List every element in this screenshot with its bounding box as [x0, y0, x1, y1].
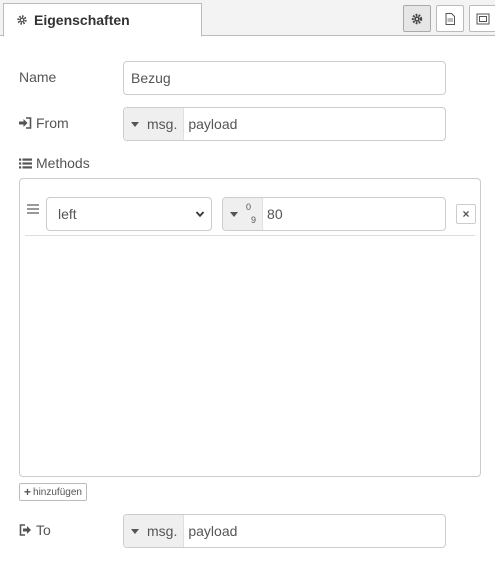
to-value: payload — [188, 523, 238, 539]
method-value: 80 — [267, 206, 283, 222]
tab-properties[interactable]: Eigenschaften — [3, 3, 202, 37]
sign-in-icon — [19, 117, 32, 129]
close-icon: × — [462, 207, 470, 221]
list-icon — [19, 158, 32, 168]
from-label: From — [19, 115, 69, 131]
sign-out-icon — [19, 524, 31, 536]
from-typed-input[interactable]: msg. payload — [123, 107, 446, 141]
from-type-prefix: msg. — [147, 116, 178, 132]
list-item: left 09 80 × — [25, 184, 476, 236]
from-value: payload — [188, 116, 238, 132]
appearance-view-button[interactable] — [469, 5, 495, 32]
name-value: Bezug — [131, 70, 171, 86]
description-view-button[interactable] — [436, 5, 464, 32]
to-type-selector[interactable]: msg. — [124, 515, 185, 547]
gear-icon — [411, 13, 423, 24]
to-label: To — [19, 522, 51, 538]
method-value-input[interactable]: 09 80 — [222, 197, 446, 231]
name-input[interactable]: Bezug — [123, 61, 446, 95]
from-type-selector[interactable]: msg. — [124, 108, 185, 140]
caret-down-icon — [230, 211, 238, 217]
methods-label: Methods — [19, 155, 90, 171]
methods-list: left 09 80 × — [19, 178, 481, 477]
caret-down-icon — [131, 528, 139, 534]
method-select-value: left — [58, 206, 77, 222]
tab-bar: Eigenschaften — [0, 0, 495, 37]
to-type-prefix: msg. — [147, 523, 178, 539]
name-label: Name — [19, 69, 57, 85]
drag-handle-icon[interactable] — [27, 204, 39, 214]
tab-properties-label: Eigenschaften — [34, 12, 130, 28]
method-value-type-selector[interactable]: 09 — [223, 198, 264, 230]
properties-view-button[interactable] — [403, 5, 431, 32]
add-method-button[interactable]: + hinzufügen — [19, 483, 87, 501]
chevron-down-icon — [195, 211, 205, 218]
gear-icon — [17, 15, 27, 25]
plus-icon: + — [24, 485, 32, 499]
method-select[interactable]: left — [46, 197, 212, 231]
number-type-icon: 09 — [246, 201, 257, 226]
add-method-label: hinzufügen — [33, 486, 82, 498]
document-icon — [445, 12, 455, 25]
caret-down-icon — [131, 121, 139, 127]
to-typed-input[interactable]: msg. payload — [123, 514, 446, 548]
frame-icon — [476, 13, 490, 24]
remove-row-button[interactable]: × — [456, 204, 476, 224]
